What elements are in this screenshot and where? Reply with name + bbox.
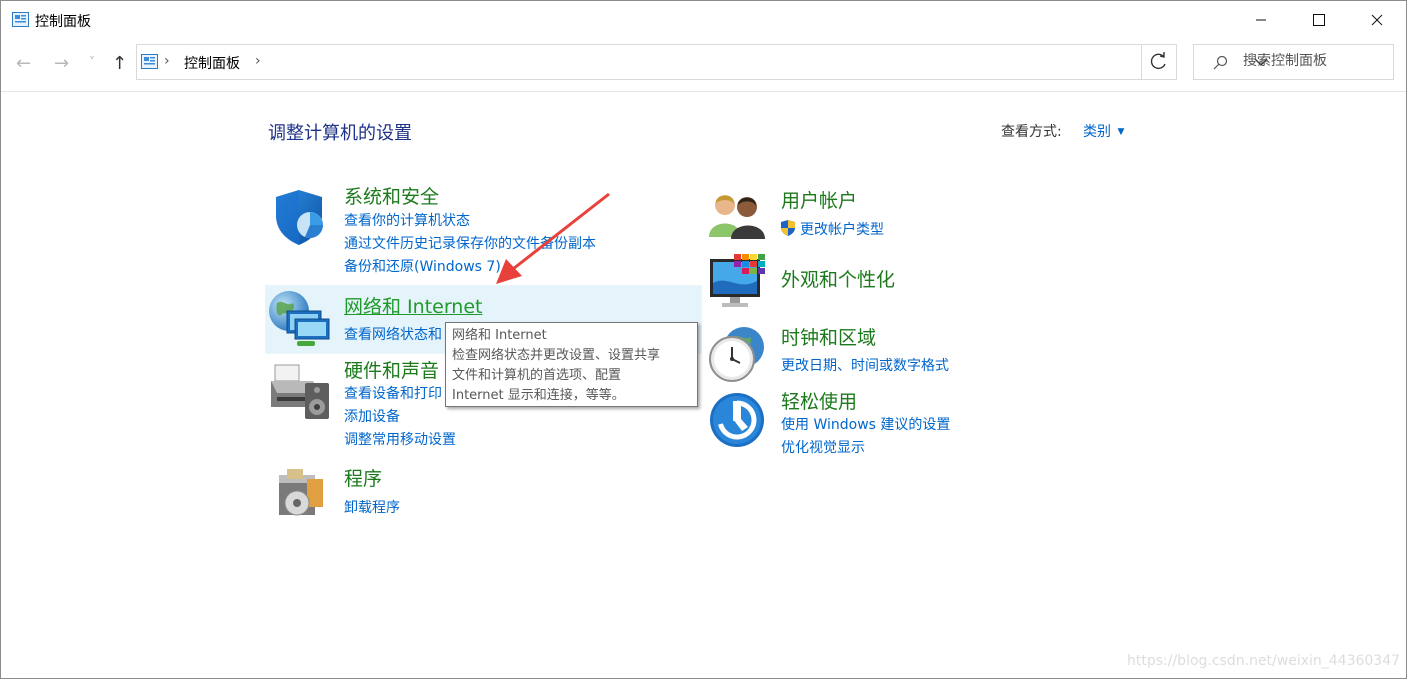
- close-icon: [1371, 14, 1383, 26]
- network-globe-icon[interactable]: [267, 289, 331, 351]
- maximize-icon: [1313, 14, 1325, 26]
- breadcrumb-separator-icon[interactable]: ›: [255, 53, 261, 69]
- link-optimize-visual-display[interactable]: 优化视觉显示: [781, 437, 865, 457]
- close-button[interactable]: [1348, 1, 1406, 39]
- view-by-value: 类别: [1083, 124, 1111, 140]
- up-button[interactable]: ↑: [112, 53, 127, 74]
- view-by-label: 查看方式:: [1001, 124, 1062, 140]
- programs-icon[interactable]: [275, 467, 325, 521]
- link-uninstall-program[interactable]: 卸载程序: [344, 497, 400, 517]
- link-view-devices-printers[interactable]: 查看设备和打印: [344, 383, 442, 403]
- window-title: 控制面板: [35, 14, 91, 30]
- control-panel-location-icon: [141, 54, 158, 69]
- control-panel-window: 控制面板 ← → ˅ ↑ › 控制面板 › 搜索控制面板 调整计算机的设置 查看…: [0, 0, 1407, 679]
- watermark: https://blog.csdn.net/weixin_44360347: [1127, 653, 1401, 669]
- search-box[interactable]: [1193, 44, 1394, 80]
- users-icon[interactable]: [707, 191, 769, 239]
- link-view-computer-status[interactable]: 查看你的计算机状态: [344, 210, 470, 230]
- link-backup-restore[interactable]: 备份和还原(Windows 7): [344, 256, 501, 276]
- address-box[interactable]: › 控制面板 ›: [136, 44, 1268, 80]
- recent-locations-button[interactable]: ˅: [89, 55, 95, 69]
- breadcrumb-control-panel[interactable]: 控制面板: [184, 53, 240, 73]
- link-change-account-type[interactable]: 更改帐户类型: [800, 219, 884, 239]
- back-button[interactable]: ←: [16, 53, 31, 74]
- category-ease-of-access-title[interactable]: 轻松使用: [781, 387, 857, 414]
- link-view-network-status[interactable]: 查看网络状态和: [344, 324, 442, 344]
- link-mobility-settings[interactable]: 调整常用移动设置: [344, 429, 456, 449]
- refresh-button[interactable]: [1141, 44, 1177, 80]
- shield-icon[interactable]: [269, 187, 329, 247]
- category-network-internet-title[interactable]: 网络和 Internet: [344, 292, 482, 319]
- category-appearance-title[interactable]: 外观和个性化: [781, 265, 895, 292]
- tooltip-line: 检查网络状态并更改设置、设置共享: [452, 348, 661, 363]
- page-title: 调整计算机的设置: [268, 123, 412, 144]
- search-icon: [1213, 55, 1228, 70]
- printer-icon[interactable]: [269, 363, 331, 421]
- tooltip-line: 文件和计算机的首选项、配置: [452, 368, 622, 383]
- tooltip-line: Internet 显示和连接，等等。: [452, 388, 625, 403]
- network-tooltip: 网络和 Internet 检查网络状态并更改设置、设置共享 文件和计算机的首选项…: [445, 322, 698, 407]
- category-user-accounts-title[interactable]: 用户帐户: [781, 186, 857, 213]
- tooltip-line: 网络和 Internet: [452, 328, 547, 343]
- breadcrumb-separator-icon: ›: [164, 53, 170, 69]
- link-change-date-time-format[interactable]: 更改日期、时间或数字格式: [781, 355, 949, 375]
- caret-down-icon: ▼: [1117, 127, 1125, 137]
- minimize-icon: [1256, 19, 1266, 21]
- search-input[interactable]: [1243, 53, 1383, 69]
- link-file-history-backup[interactable]: 通过文件历史记录保存你的文件备份副本: [344, 233, 596, 253]
- link-windows-recommended-settings[interactable]: 使用 Windows 建议的设置: [781, 414, 950, 434]
- category-system-security-title[interactable]: 系统和安全: [344, 182, 439, 209]
- forward-button[interactable]: →: [54, 53, 69, 74]
- link-add-device[interactable]: 添加设备: [344, 406, 400, 426]
- monitor-colors-icon[interactable]: [708, 253, 770, 311]
- control-panel-app-icon: [12, 12, 29, 27]
- category-programs-title[interactable]: 程序: [344, 464, 382, 491]
- category-hardware-sound-title[interactable]: 硬件和声音: [344, 356, 439, 383]
- refresh-icon: [1150, 52, 1166, 70]
- view-by-dropdown[interactable]: 类别 ▼: [1083, 121, 1124, 141]
- category-clock-region-title[interactable]: 时钟和区域: [781, 323, 876, 350]
- uac-shield-icon: [781, 220, 795, 236]
- maximize-button[interactable]: [1290, 1, 1348, 39]
- red-annotation-arrow-icon: [496, 192, 610, 284]
- ease-of-access-icon[interactable]: [708, 391, 766, 449]
- title-bar: 控制面板: [1, 1, 1406, 39]
- navigation-bar: ← → ˅ ↑ › 控制面板 ›: [1, 39, 1406, 92]
- clock-globe-icon[interactable]: [706, 325, 766, 383]
- minimize-button[interactable]: [1232, 1, 1290, 39]
